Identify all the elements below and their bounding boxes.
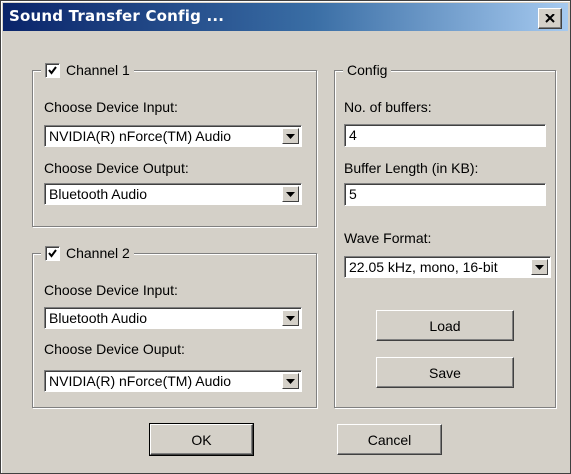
config-legend: Config — [343, 60, 392, 80]
channel1-input-label: Choose Device Input: — [44, 99, 178, 115]
dropdown-arrow-icon[interactable] — [531, 259, 548, 275]
channel2-output-label: Choose Device Ouput: — [44, 341, 185, 357]
channel1-output-select[interactable]: Bluetooth Audio — [44, 183, 302, 205]
channel2-input-label: Choose Device Input: — [44, 282, 178, 298]
cancel-button[interactable]: Cancel — [337, 424, 442, 455]
wave-format-select[interactable]: 22.05 kHz, mono, 16-bit — [344, 256, 551, 278]
dropdown-arrow-icon[interactable] — [282, 186, 299, 202]
close-icon — [545, 14, 555, 23]
channel1-legend: Channel 1 — [41, 60, 134, 80]
checkmark-icon — [48, 65, 57, 75]
checkmark-icon — [48, 248, 57, 258]
channel1-label: Channel 1 — [66, 62, 130, 78]
wave-format-value: 22.05 kHz, mono, 16-bit — [349, 259, 498, 275]
config-label: Config — [347, 62, 388, 78]
title-bar[interactable]: Sound Transfer Config ... — [3, 3, 568, 31]
close-button[interactable] — [538, 8, 562, 29]
buffers-input[interactable]: 4 — [344, 124, 546, 147]
buffers-label: No. of buffers: — [344, 99, 432, 115]
channel2-label: Channel 2 — [66, 245, 130, 261]
buffers-value: 4 — [349, 127, 357, 143]
channel2-output-select[interactable]: NVIDIA(R) nForce(TM) Audio — [44, 370, 302, 392]
channel1-input-value: NVIDIA(R) nForce(TM) Audio — [49, 128, 232, 144]
dropdown-arrow-icon[interactable] — [282, 310, 299, 326]
wave-format-label: Wave Format: — [344, 230, 432, 246]
buffer-length-label: Buffer Length (in KB): — [344, 160, 479, 176]
load-button[interactable]: Load — [376, 310, 514, 341]
dialog-window: Sound Transfer Config ... Channel 1 Choo… — [0, 0, 571, 474]
dropdown-arrow-icon[interactable] — [282, 128, 299, 144]
channel1-output-value: Bluetooth Audio — [49, 186, 148, 202]
channel2-legend: Channel 2 — [41, 243, 134, 263]
channel2-input-select[interactable]: Bluetooth Audio — [44, 307, 302, 329]
channel1-checkbox[interactable] — [45, 62, 60, 78]
channel1-output-label: Choose Device Output: — [44, 160, 189, 176]
window-title: Sound Transfer Config ... — [9, 7, 225, 25]
buffer-length-input[interactable]: 5 — [344, 183, 546, 206]
ok-button[interactable]: OK — [149, 423, 254, 456]
channel2-output-value: NVIDIA(R) nForce(TM) Audio — [49, 373, 232, 389]
save-button[interactable]: Save — [376, 357, 514, 388]
channel1-input-select[interactable]: NVIDIA(R) nForce(TM) Audio — [44, 125, 302, 147]
channel2-input-value: Bluetooth Audio — [49, 310, 148, 326]
channel2-checkbox[interactable] — [45, 245, 60, 261]
buffer-length-value: 5 — [349, 186, 357, 202]
dropdown-arrow-icon[interactable] — [282, 373, 299, 389]
